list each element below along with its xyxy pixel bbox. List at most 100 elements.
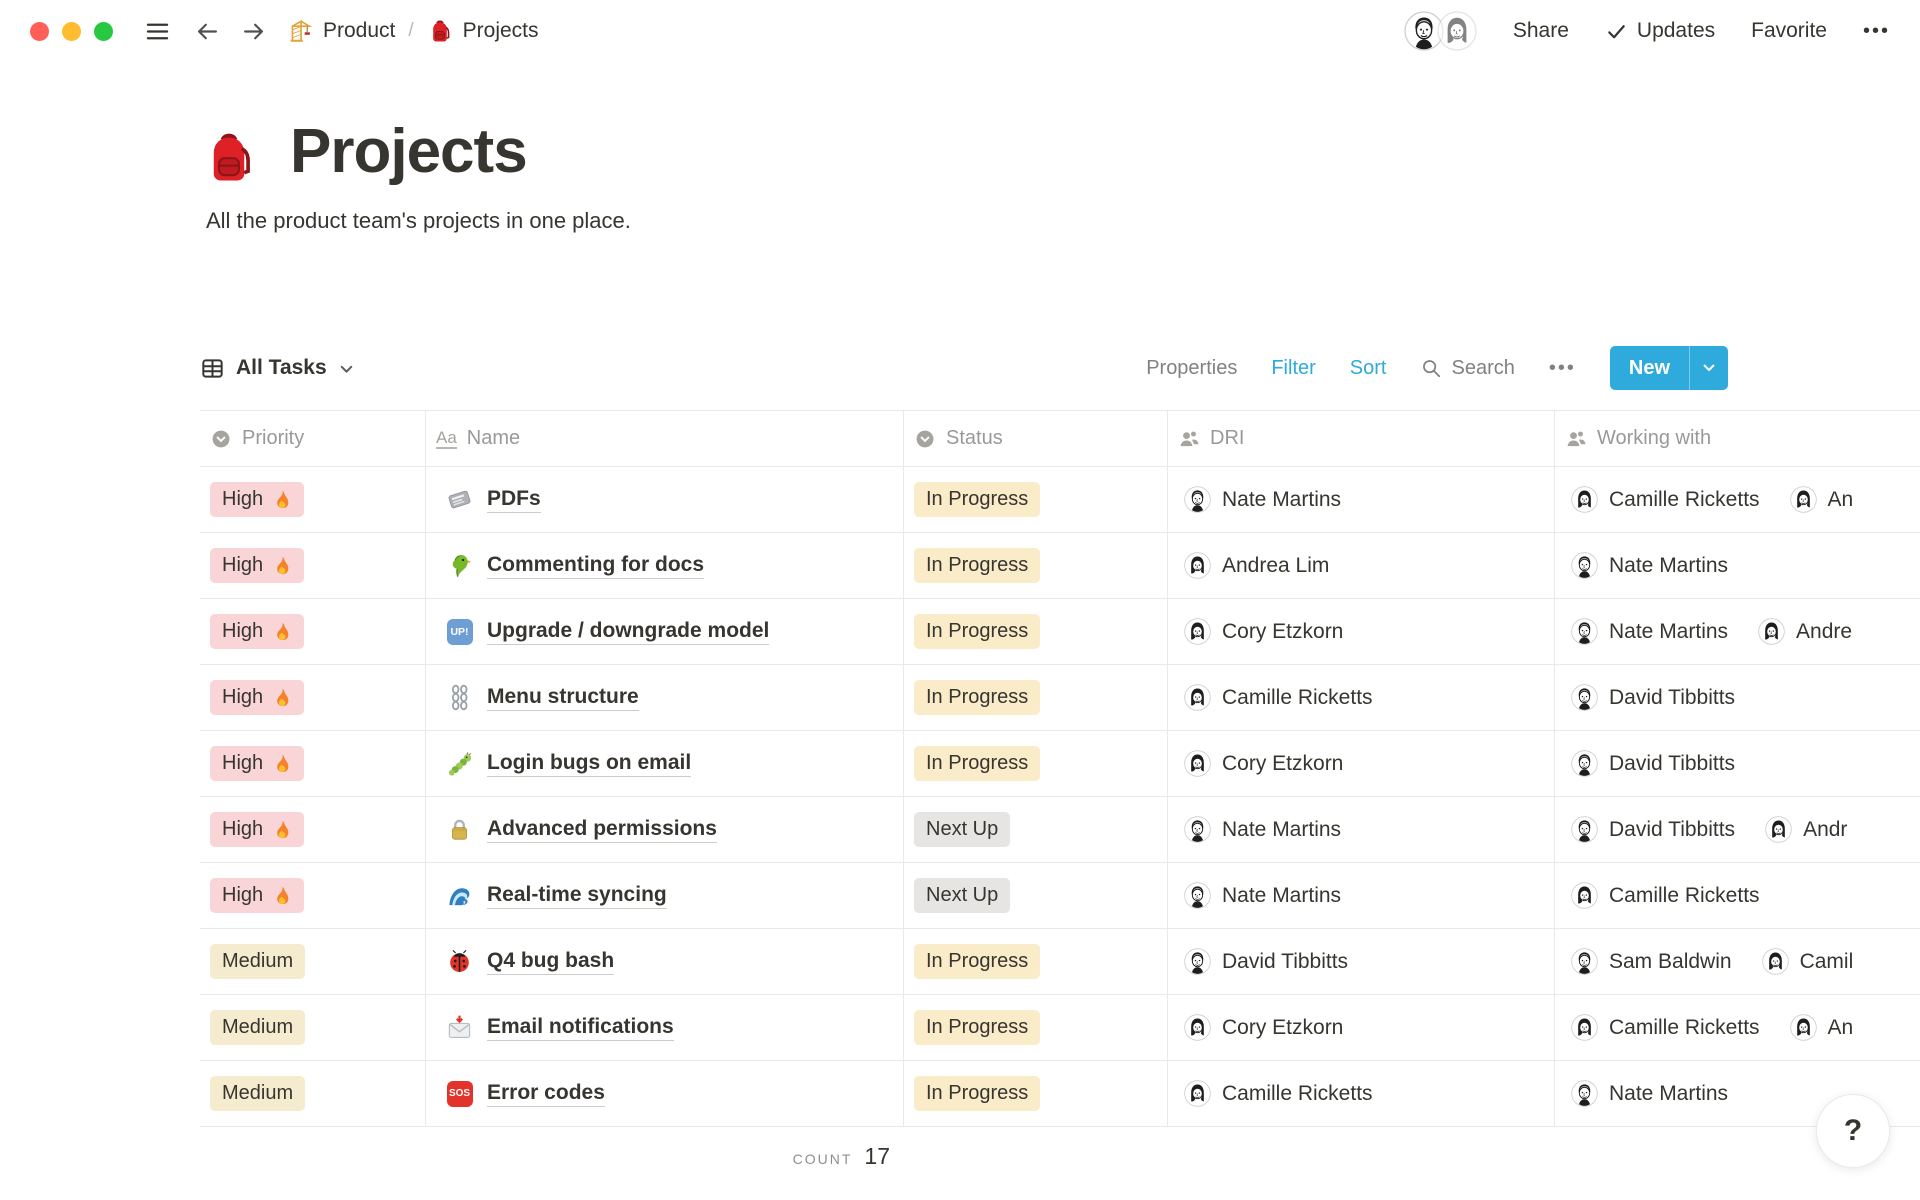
status-cell[interactable]: In Progress [904, 599, 1168, 664]
sort-button[interactable]: Sort [1350, 357, 1387, 380]
status-badge-in-progress[interactable]: In Progress [914, 944, 1040, 979]
name-cell[interactable]: PDFs [426, 467, 904, 532]
priority-cell[interactable]: Medium [200, 929, 426, 994]
priority-badge-medium[interactable]: Medium [210, 944, 305, 979]
filter-button[interactable]: Filter [1271, 357, 1315, 380]
name-cell[interactable]: Advanced permissions [426, 797, 904, 862]
page-title[interactable]: Projects [290, 118, 527, 186]
person-chip[interactable]: Camille Ricketts [1184, 684, 1373, 711]
person-chip[interactable]: David Tibbitts [1571, 750, 1735, 777]
sidebar-menu-button[interactable] [139, 13, 175, 49]
status-cell[interactable]: Next Up [904, 797, 1168, 862]
name-cell[interactable]: Email notifications [426, 995, 904, 1060]
status-cell[interactable]: In Progress [904, 731, 1168, 796]
status-badge-in-progress[interactable]: In Progress [914, 548, 1040, 583]
status-badge-in-progress[interactable]: In Progress [914, 1076, 1040, 1111]
person-chip[interactable]: Andre [1758, 618, 1852, 645]
status-badge-in-progress[interactable]: In Progress [914, 1010, 1040, 1045]
zoom-window-button[interactable] [94, 22, 113, 41]
status-badge-in-progress[interactable]: In Progress [914, 614, 1040, 649]
close-window-button[interactable] [30, 22, 49, 41]
priority-badge-high[interactable]: High [210, 878, 304, 913]
person-chip[interactable]: An [1790, 486, 1854, 513]
column-header-working-with[interactable]: Working with [1555, 411, 1920, 466]
priority-badge-medium[interactable]: Medium [210, 1010, 305, 1045]
person-chip[interactable]: Nate Martins [1571, 552, 1728, 579]
dri-cell[interactable]: Cory Etzkorn [1168, 731, 1555, 796]
priority-badge-high[interactable]: High [210, 548, 304, 583]
dri-cell[interactable]: Nate Martins [1168, 863, 1555, 928]
properties-button[interactable]: Properties [1146, 357, 1237, 380]
person-chip[interactable]: Camille Ricketts [1571, 882, 1760, 909]
priority-cell[interactable]: High [200, 599, 426, 664]
page-link-login-bugs-on-email[interactable]: Login bugs on email [487, 751, 691, 777]
priority-cell[interactable]: High [200, 665, 426, 730]
avatar[interactable] [1437, 11, 1477, 51]
favorite-button[interactable]: Favorite [1751, 19, 1827, 43]
forward-button[interactable] [235, 13, 271, 49]
page-backpack-icon[interactable] [200, 128, 258, 186]
page-link-error-codes[interactable]: Error codes [487, 1081, 605, 1107]
priority-cell[interactable]: High [200, 797, 426, 862]
person-chip[interactable]: Nate Martins [1571, 618, 1728, 645]
person-chip[interactable]: An [1790, 1014, 1854, 1041]
status-badge-next-up[interactable]: Next Up [914, 878, 1010, 913]
page-link-advanced-permissions[interactable]: Advanced permissions [487, 817, 717, 843]
back-button[interactable] [189, 13, 225, 49]
status-cell[interactable]: In Progress [904, 995, 1168, 1060]
person-chip[interactable]: Sam Baldwin [1571, 948, 1732, 975]
person-chip[interactable]: Nate Martins [1184, 486, 1341, 513]
new-button[interactable]: New [1610, 346, 1689, 390]
column-header-dri[interactable]: DRI [1168, 411, 1555, 466]
breadcrumb-item-product[interactable]: Product [287, 18, 395, 44]
page-description[interactable]: All the product team's projects in one p… [206, 208, 1920, 234]
person-chip[interactable]: David Tibbitts [1571, 684, 1735, 711]
status-cell[interactable]: In Progress [904, 1061, 1168, 1126]
status-badge-in-progress[interactable]: In Progress [914, 680, 1040, 715]
new-dropdown-button[interactable] [1690, 346, 1728, 390]
dri-cell[interactable]: Cory Etzkorn [1168, 995, 1555, 1060]
status-cell[interactable]: In Progress [904, 533, 1168, 598]
page-link-q4-bug-bash[interactable]: Q4 bug bash [487, 949, 614, 975]
person-chip[interactable]: David Tibbitts [1571, 816, 1735, 843]
search-button[interactable]: Search [1420, 357, 1514, 380]
name-cell[interactable]: Real-time syncing [426, 863, 904, 928]
status-badge-in-progress[interactable]: In Progress [914, 482, 1040, 517]
status-badge-next-up[interactable]: Next Up [914, 812, 1010, 847]
person-chip[interactable]: Cory Etzkorn [1184, 1014, 1343, 1041]
priority-cell[interactable]: Medium [200, 1061, 426, 1126]
working-with-cell[interactable]: Camille Ricketts An [1555, 995, 1920, 1060]
working-with-cell[interactable]: David Tibbitts [1555, 665, 1920, 730]
person-chip[interactable]: Cory Etzkorn [1184, 618, 1343, 645]
priority-badge-high[interactable]: High [210, 812, 304, 847]
person-chip[interactable]: Camil [1762, 948, 1854, 975]
name-cell[interactable]: Commenting for docs [426, 533, 904, 598]
priority-cell[interactable]: High [200, 731, 426, 796]
priority-badge-medium[interactable]: Medium [210, 1076, 305, 1111]
view-options-button[interactable]: ••• [1549, 357, 1576, 380]
page-link-menu-structure[interactable]: Menu structure [487, 685, 639, 711]
name-cell[interactable]: Login bugs on email [426, 731, 904, 796]
person-chip[interactable]: Camille Ricketts [1184, 1080, 1373, 1107]
working-with-cell[interactable]: Nate Martins Andre [1555, 599, 1920, 664]
page-link-upgrade-downgrade-model[interactable]: Upgrade / downgrade model [487, 619, 769, 645]
dri-cell[interactable]: Andrea Lim [1168, 533, 1555, 598]
person-chip[interactable]: Camille Ricketts [1571, 1014, 1760, 1041]
priority-badge-high[interactable]: High [210, 746, 304, 781]
working-with-cell[interactable]: David TibbittsAndr [1555, 797, 1920, 862]
status-cell[interactable]: In Progress [904, 929, 1168, 994]
name-cell[interactable]: SOSError codes [426, 1061, 904, 1126]
view-switcher[interactable]: All Tasks [200, 356, 355, 381]
priority-badge-high[interactable]: High [210, 614, 304, 649]
name-cell[interactable]: UP!Upgrade / downgrade model [426, 599, 904, 664]
status-cell[interactable]: In Progress [904, 467, 1168, 532]
more-options-button[interactable]: ••• [1863, 20, 1890, 43]
working-with-cell[interactable]: David Tibbitts [1555, 731, 1920, 796]
working-with-cell[interactable]: Camille Ricketts [1555, 863, 1920, 928]
dri-cell[interactable]: Camille Ricketts [1168, 665, 1555, 730]
person-chip[interactable]: David Tibbitts [1184, 948, 1348, 975]
name-cell[interactable]: Q4 bug bash [426, 929, 904, 994]
page-link-real-time-syncing[interactable]: Real-time syncing [487, 883, 667, 909]
help-button[interactable]: ? [1816, 1094, 1890, 1168]
priority-cell[interactable]: High [200, 533, 426, 598]
